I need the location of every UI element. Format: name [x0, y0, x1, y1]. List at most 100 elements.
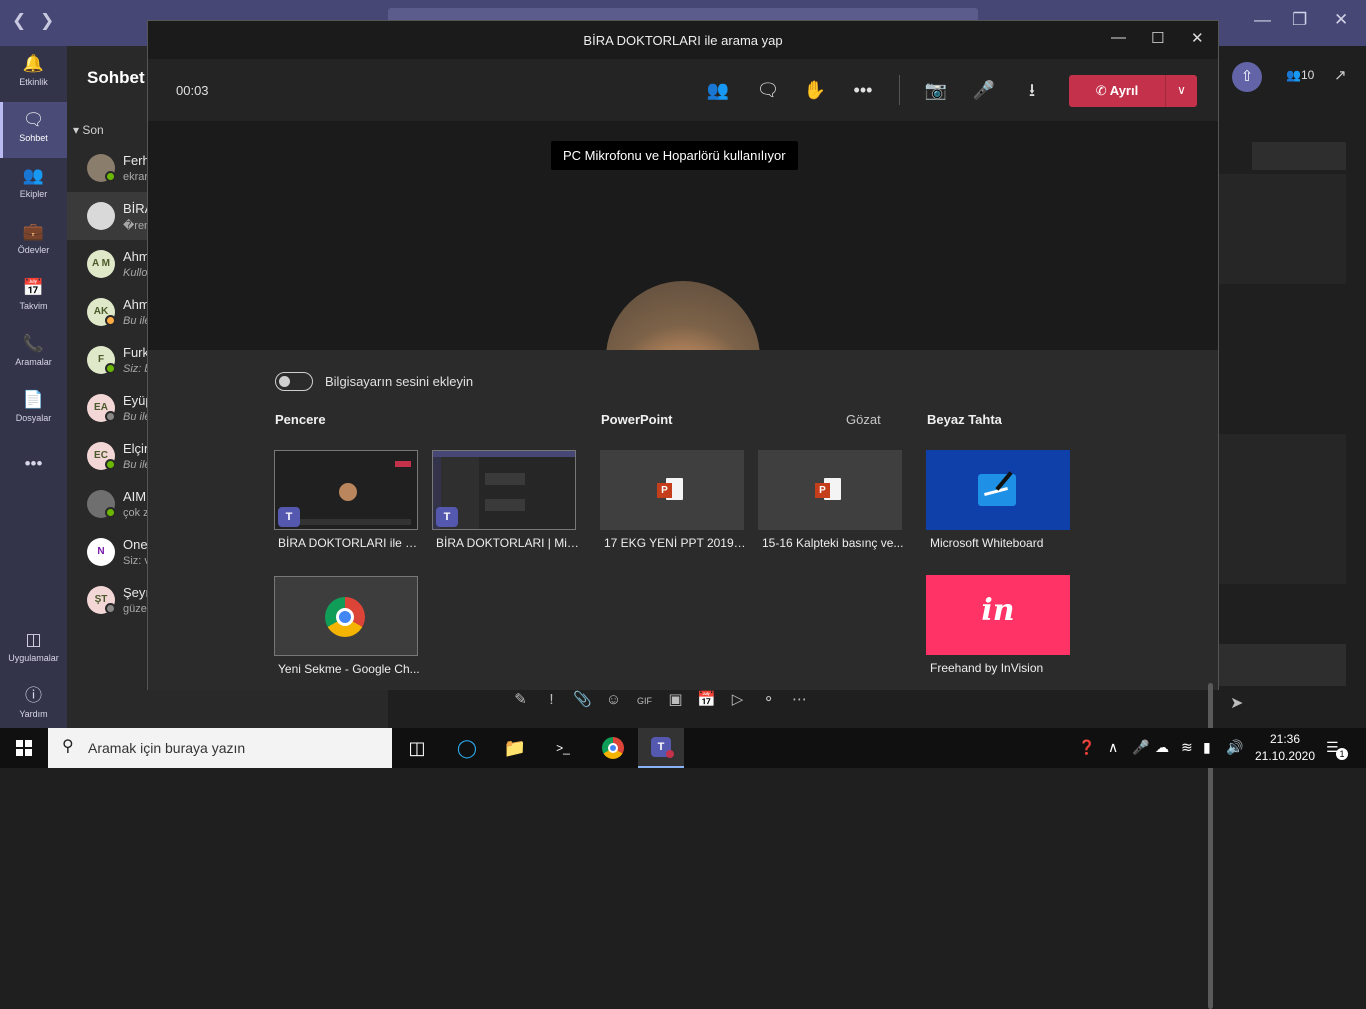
- window-tile-chrome[interactable]: [274, 576, 418, 656]
- rail-label: Uygulamalar: [8, 653, 59, 663]
- chrome-taskbar-icon[interactable]: [590, 728, 636, 768]
- chat-name: One: [123, 537, 148, 552]
- invision-tile[interactable]: in: [926, 575, 1070, 655]
- chevron-down-icon[interactable]: ∨: [1166, 75, 1197, 107]
- participants-count[interactable]: 👥10: [1286, 68, 1314, 82]
- teams-taskbar-icon[interactable]: T: [638, 728, 684, 768]
- call-toolbar: 00:03 👥 🗨 ✋ ••• 📷 🎤 ⭳ ✆ Ayrıl ∨: [148, 59, 1218, 121]
- powerpoint-tile[interactable]: P: [758, 450, 902, 530]
- apps-icon: ◫: [25, 630, 42, 649]
- leave-call-button[interactable]: ✆ Ayrıl ∨: [1069, 75, 1197, 107]
- microphone-tray-icon[interactable]: 🎤: [1132, 739, 1149, 756]
- window-tile-teams[interactable]: T: [432, 450, 576, 530]
- call-maximize-icon[interactable]: ☐: [1151, 29, 1164, 47]
- chrome-icon: [325, 597, 365, 637]
- format-icon[interactable]: ✎: [505, 690, 536, 708]
- close-icon[interactable]: ✕: [1334, 10, 1348, 30]
- powerpoint-tile[interactable]: P: [600, 450, 744, 530]
- teams-icon: 👥: [22, 166, 45, 185]
- call-window: BİRA DOKTORLARI ile arama yap — ☐ ✕ 00:0…: [147, 20, 1219, 1009]
- notifications-icon[interactable]: ☰ 1: [1326, 739, 1348, 760]
- chat-name: AIM: [123, 489, 147, 504]
- leave-call-main[interactable]: ✆ Ayrıl: [1069, 75, 1165, 107]
- conversation-icon[interactable]: 🗨: [755, 77, 781, 103]
- computer-audio-toggle[interactable]: [275, 372, 313, 391]
- sticker-icon[interactable]: ▣: [660, 690, 691, 708]
- whiteboard-icon: [978, 471, 1016, 506]
- whiteboard-tile[interactable]: [926, 450, 1070, 530]
- share-tray-icon[interactable]: ⇧: [1232, 62, 1262, 92]
- rail-help[interactable]: ⓘ Yardım: [0, 678, 67, 734]
- window-section-title: Pencere: [275, 412, 326, 427]
- windows-taskbar: ⚲ Aramak için buraya yazın ◫ ◯ 📁 >_ T ❓ …: [0, 728, 1366, 768]
- wifi-icon[interactable]: ≋: [1181, 739, 1193, 756]
- praise-icon[interactable]: ⚬: [753, 690, 784, 708]
- send-icon[interactable]: ➤: [1230, 693, 1243, 713]
- onedrive-icon[interactable]: ☁: [1155, 739, 1169, 756]
- rail-more[interactable]: •••: [0, 446, 67, 502]
- back-arrow-icon[interactable]: ❮: [12, 11, 26, 31]
- emoji-icon[interactable]: ☺: [598, 691, 629, 708]
- invision-icon: in: [981, 593, 1015, 628]
- rail-calendar[interactable]: 📅 Takvim: [0, 270, 67, 326]
- taskbar-clock[interactable]: 21:36 21.10.2020: [1250, 731, 1320, 765]
- terminal-icon[interactable]: >_: [540, 728, 586, 768]
- raise-hand-icon[interactable]: ✋: [802, 77, 828, 103]
- chat-preview: çok z: [123, 507, 149, 519]
- more-icon: •••: [24, 454, 43, 473]
- phone-icon: 📞: [22, 334, 45, 353]
- rail-files[interactable]: 📄 Dosyalar: [0, 382, 67, 438]
- window-tile-call[interactable]: T: [274, 450, 418, 530]
- taskbar-search[interactable]: ⚲ Aramak için buraya yazın: [48, 728, 392, 768]
- restore-icon[interactable]: ❐: [1292, 10, 1307, 30]
- stream-icon[interactable]: ▷: [722, 690, 753, 708]
- battery-icon[interactable]: ▮: [1203, 739, 1211, 756]
- forward-arrow-icon[interactable]: ❯: [40, 11, 54, 31]
- bell-icon: 🔔: [22, 54, 45, 73]
- chat-preview: Kullo: [123, 267, 148, 279]
- recent-section-header[interactable]: ▾ Son: [73, 123, 104, 137]
- calendar-icon: 📅: [22, 278, 45, 297]
- volume-icon[interactable]: 🔊: [1226, 739, 1243, 756]
- rail-calls[interactable]: 📞 Aramalar: [0, 326, 67, 382]
- powerpoint-tile-caption: 15-16 Kalpteki basınç ve...: [762, 536, 904, 550]
- attach-icon[interactable]: 📎: [567, 690, 598, 708]
- rail-teams[interactable]: 👥 Ekipler: [0, 158, 67, 214]
- chat-preview: ekrar: [123, 171, 149, 183]
- participants-icon[interactable]: 👥: [705, 77, 731, 103]
- call-close-icon[interactable]: ✕: [1191, 29, 1204, 47]
- more-icon[interactable]: ⋯: [784, 690, 815, 708]
- meeting-icon[interactable]: 📅: [691, 690, 722, 708]
- rail-apps[interactable]: ◫ Uygulamalar: [0, 622, 67, 678]
- rail-label: Ekipler: [19, 189, 48, 199]
- important-icon[interactable]: !: [536, 691, 567, 708]
- call-minimize-icon[interactable]: —: [1111, 29, 1126, 46]
- windows-start-icon[interactable]: [0, 728, 48, 768]
- more-actions-icon[interactable]: •••: [850, 77, 876, 103]
- help-icon: ⓘ: [25, 686, 42, 705]
- whiteboard-section-title: Beyaz Tahta: [927, 412, 1002, 427]
- avatar: N: [87, 538, 115, 566]
- share-screen-icon[interactable]: ⭳: [1019, 77, 1045, 103]
- microphone-icon[interactable]: 🎤: [971, 77, 997, 103]
- clock-time: 21:36: [1269, 732, 1301, 746]
- popout-icon[interactable]: ↗: [1334, 66, 1347, 84]
- file-explorer-icon[interactable]: 📁: [492, 728, 538, 768]
- rail-chat[interactable]: 🗨 Sohbet: [0, 102, 67, 158]
- rail-assignments[interactable]: 💼 Ödevler: [0, 214, 67, 270]
- participants-count-value: 10: [1300, 68, 1315, 82]
- search-icon: ⚲: [62, 738, 74, 755]
- rail-label: Takvim: [19, 301, 48, 311]
- edge-icon[interactable]: ◯: [444, 728, 490, 768]
- task-view-icon[interactable]: ◫: [394, 728, 440, 768]
- show-hidden-icons-icon[interactable]: ∧: [1108, 739, 1118, 756]
- camera-off-icon[interactable]: 📷: [923, 77, 949, 103]
- rail-activity[interactable]: 🔔 Etkinlik: [0, 46, 67, 102]
- help-tray-icon[interactable]: ❓: [1078, 739, 1095, 756]
- browse-link[interactable]: Gözat: [846, 412, 881, 427]
- rail-label: Aramalar: [15, 357, 52, 367]
- minimize-icon[interactable]: —: [1254, 10, 1271, 30]
- gif-icon[interactable]: GIF: [629, 696, 660, 706]
- powerpoint-tile-caption: 17 EKG YENİ PPT 2019 (1...: [604, 536, 748, 550]
- rail-label: Dosyalar: [15, 413, 52, 423]
